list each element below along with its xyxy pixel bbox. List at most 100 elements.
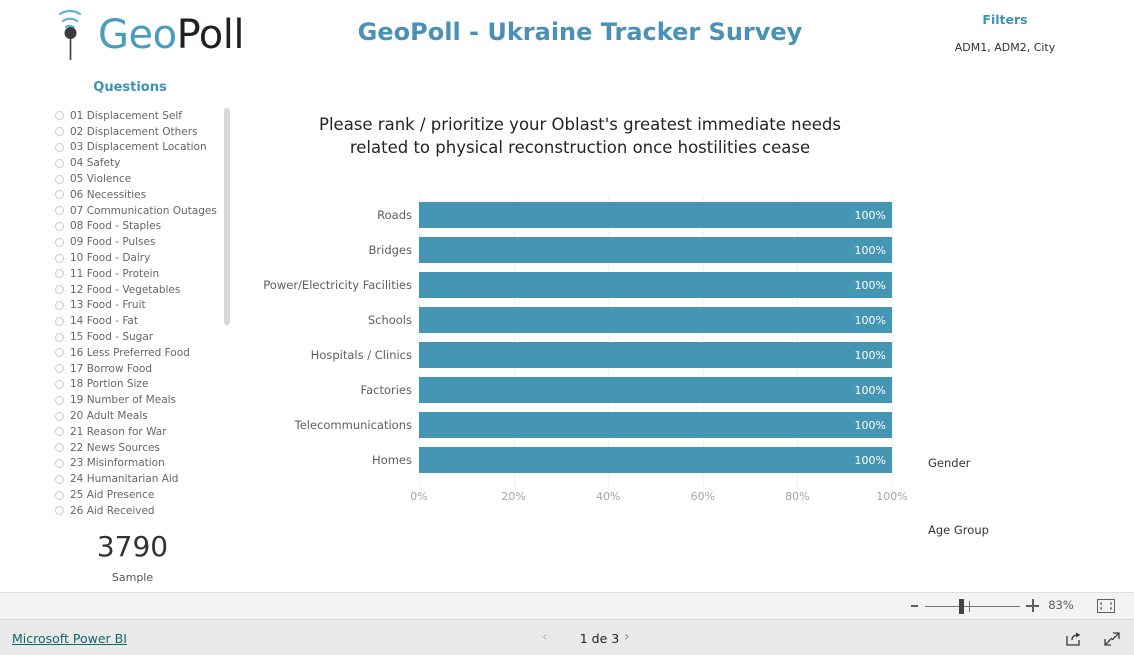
radio-button-icon[interactable]: [55, 237, 64, 247]
report-canvas: GeoPoll GeoPoll - Ukraine Tracker Survey…: [0, 0, 1134, 592]
chart-title-line-1: Please rank / prioritize your Oblast's g…: [319, 115, 841, 134]
questions-slicer-item[interactable]: 05 Violence: [55, 171, 235, 187]
radio-button-icon[interactable]: [55, 285, 64, 295]
radio-button-icon[interactable]: [55, 458, 64, 468]
zoom-slider-thumb[interactable]: [959, 599, 964, 614]
questions-slicer-item[interactable]: 25 Aid Presence: [55, 487, 235, 503]
chart-bar[interactable]: 100%: [419, 412, 892, 438]
radio-button-icon[interactable]: [55, 253, 64, 263]
chart-bar-row[interactable]: Roads 100%: [260, 197, 900, 232]
chart-bar-row[interactable]: Power/Electricity Facilities 100%: [260, 267, 900, 302]
chart-bar[interactable]: 100%: [419, 237, 892, 263]
questions-slicer-item[interactable]: 03 Displacement Location: [55, 140, 235, 156]
questions-slicer-item[interactable]: 18 Portion Size: [55, 377, 235, 393]
radio-button-icon[interactable]: [55, 443, 64, 453]
zoom-out-icon[interactable]: [911, 605, 918, 607]
chart-bar[interactable]: 100%: [419, 447, 892, 473]
filters-value: ADM1, ADM2, City: [954, 41, 1056, 54]
radio-button-icon[interactable]: [55, 506, 64, 516]
questions-slicer-item-label: 17 Borrow Food: [70, 362, 153, 375]
fit-to-page-icon[interactable]: [1097, 599, 1115, 613]
chart-bar[interactable]: 100%: [419, 342, 892, 368]
questions-slicer-item[interactable]: 16 Less Preferred Food: [55, 345, 235, 361]
radio-button-icon[interactable]: [55, 411, 64, 421]
questions-slicer-item[interactable]: 24 Humanitarian Aid: [55, 471, 235, 487]
radio-button-icon[interactable]: [55, 174, 64, 184]
radio-button-icon[interactable]: [55, 142, 64, 152]
questions-slicer-list[interactable]: 01 Displacement Self 02 Displacement Othe…: [55, 108, 235, 523]
radio-button-icon[interactable]: [55, 348, 64, 358]
chart-bar-track: 100%: [419, 232, 892, 267]
radio-button-icon[interactable]: [55, 206, 64, 216]
chart-category-label: Roads: [377, 207, 412, 222]
zoom-slider-track[interactable]: [925, 606, 1020, 607]
radio-button-icon[interactable]: [55, 221, 64, 231]
questions-slicer-item[interactable]: 08 Food - Staples: [55, 219, 235, 235]
questions-slicer-item-label: 14 Food - Fat: [70, 315, 138, 328]
fullscreen-icon[interactable]: [1103, 631, 1121, 647]
chart-bar-row[interactable]: Factories 100%: [260, 372, 900, 407]
questions-slicer-item[interactable]: 17 Borrow Food: [55, 361, 235, 377]
chart-bar-row[interactable]: Homes 100%: [260, 442, 900, 477]
chart-bar-row[interactable]: Bridges 100%: [260, 232, 900, 267]
chart-bar-row[interactable]: Hospitals / Clinics 100%: [260, 337, 900, 372]
questions-slicer-item[interactable]: 20 Adult Meals: [55, 408, 235, 424]
radio-button-icon[interactable]: [55, 111, 64, 121]
gender-slicer-label[interactable]: Gender: [928, 456, 970, 470]
questions-slicer-item[interactable]: 13 Food - Fruit: [55, 298, 235, 314]
questions-slicer-item[interactable]: 10 Food - Dairy: [55, 250, 235, 266]
questions-slicer-item-label: 21 Reason for War: [70, 425, 167, 438]
radio-button-icon[interactable]: [55, 379, 64, 389]
chart-bar-value-label: 100%: [854, 383, 886, 397]
radio-button-icon[interactable]: [55, 395, 64, 405]
questions-slicer-item[interactable]: 23 Misinformation: [55, 456, 235, 472]
questions-slicer-item[interactable]: 09 Food - Pulses: [55, 234, 235, 250]
questions-slicer-item[interactable]: 07 Communication Outages: [55, 203, 235, 219]
questions-slicer-item-label: 24 Humanitarian Aid: [70, 473, 179, 486]
chevron-right-icon[interactable]: ›: [624, 629, 630, 645]
questions-slicer-item[interactable]: 22 News Sources: [55, 440, 235, 456]
questions-slicer-item-label: 23 Misinformation: [70, 457, 165, 470]
radio-button-icon[interactable]: [55, 269, 64, 279]
radio-button-icon[interactable]: [55, 490, 64, 500]
questions-slicer-item[interactable]: 26 Aid Received: [55, 503, 235, 519]
questions-slicer-item[interactable]: 15 Food - Sugar: [55, 329, 235, 345]
zoom-in-icon[interactable]: [1026, 599, 1039, 612]
status-bar: Microsoft Power BI ‹ 1 de 3 ›: [0, 619, 1134, 655]
radio-button-icon[interactable]: [55, 316, 64, 326]
questions-slicer-item[interactable]: 02 Displacement Others: [55, 124, 235, 140]
age-group-slicer-label[interactable]: Age Group: [928, 523, 989, 537]
chart-bar[interactable]: 100%: [419, 307, 892, 333]
chart-bar[interactable]: 100%: [419, 272, 892, 298]
chart-bar[interactable]: 100%: [419, 202, 892, 228]
filters-heading: Filters: [982, 12, 1028, 27]
questions-slicer-item[interactable]: 19 Number of Meals: [55, 392, 235, 408]
chart-bar-row[interactable]: Schools 100%: [260, 302, 900, 337]
questions-slicer-item-label: 13 Food - Fruit: [70, 299, 146, 312]
chevron-left-icon[interactable]: ‹: [542, 629, 548, 645]
questions-slicer-item[interactable]: 12 Food - Vegetables: [55, 282, 235, 298]
questions-slicer-item[interactable]: 06 Necessities: [55, 187, 235, 203]
share-icon[interactable]: [1065, 631, 1083, 647]
questions-slicer-item[interactable]: 21 Reason for War: [55, 424, 235, 440]
chart-bar[interactable]: 100%: [419, 377, 892, 403]
chart-category-label: Hospitals / Clinics: [310, 347, 412, 362]
radio-button-icon[interactable]: [55, 190, 64, 200]
radio-button-icon[interactable]: [55, 127, 64, 137]
radio-button-icon[interactable]: [55, 300, 64, 310]
chart-bar-track: 100%: [419, 337, 892, 372]
powerbi-brand-link[interactable]: Microsoft Power BI: [12, 631, 127, 646]
zoom-slider-notch: [969, 601, 970, 612]
radio-button-icon[interactable]: [55, 364, 64, 374]
questions-slicer-item[interactable]: 14 Food - Fat: [55, 313, 235, 329]
chart-bar-row[interactable]: Telecommunications 100%: [260, 407, 900, 442]
radio-button-icon[interactable]: [55, 427, 64, 437]
questions-slicer-item[interactable]: 01 Displacement Self: [55, 108, 235, 124]
radio-button-icon[interactable]: [55, 474, 64, 484]
questions-slicer-item-label: 15 Food - Sugar: [70, 331, 154, 344]
radio-button-icon[interactable]: [55, 158, 64, 168]
questions-slicer-item[interactable]: 11 Food - Protein: [55, 266, 235, 282]
questions-slicer-item[interactable]: 04 Safety: [55, 155, 235, 171]
radio-button-icon[interactable]: [55, 332, 64, 342]
questions-scrollbar[interactable]: [224, 108, 230, 325]
